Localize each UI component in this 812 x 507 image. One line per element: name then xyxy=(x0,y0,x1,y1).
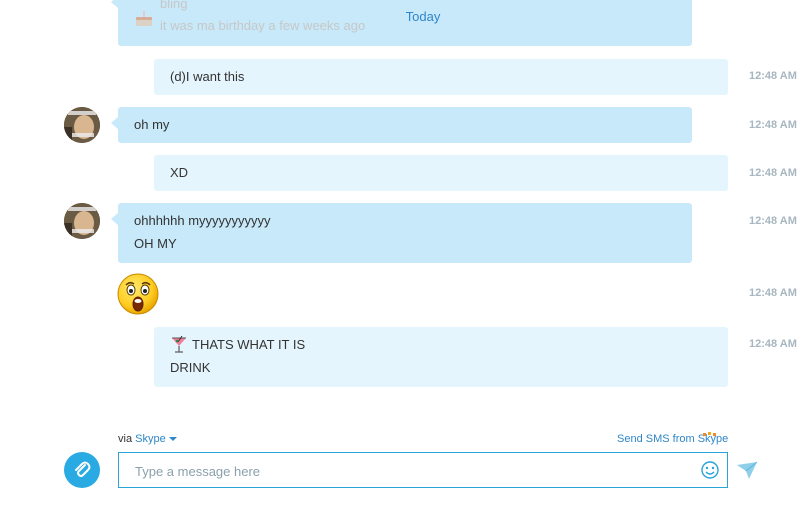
via-service-selector[interactable]: via Skype xyxy=(118,433,177,445)
message-timestamp: 12:48 AM xyxy=(749,167,797,179)
message-bubble-outgoing[interactable]: (d)I want this xyxy=(154,59,728,95)
conversation-area: bling it was ma birthday a few weeks ago… xyxy=(0,0,812,420)
via-label: via xyxy=(118,433,133,445)
avatar[interactable] xyxy=(64,203,100,239)
message-timestamp: 12:48 AM xyxy=(749,338,797,350)
message-input-box[interactable] xyxy=(118,452,728,489)
send-icon[interactable] xyxy=(737,461,757,479)
message-text: (d)I want this xyxy=(170,69,245,84)
message-timestamp: 12:48 AM xyxy=(749,215,797,227)
paperclip-icon xyxy=(75,461,91,477)
avatar-image xyxy=(64,107,100,143)
service-link[interactable]: Skype xyxy=(135,433,166,445)
message-text: OH MY xyxy=(134,236,177,251)
date-divider: Today xyxy=(405,9,441,24)
message-timestamp: 12:48 AM xyxy=(749,287,797,299)
emoticon-picker-icon[interactable] xyxy=(701,461,719,479)
attach-button[interactable] xyxy=(64,452,100,488)
message-bubble-outgoing[interactable]: XD xyxy=(154,155,728,191)
message-line: THATS WHAT IT IS xyxy=(170,333,712,356)
message-text: XD xyxy=(170,165,189,180)
message-timestamp: 12:48 AM xyxy=(749,119,797,131)
avatar[interactable] xyxy=(64,107,100,143)
message-timestamp: 12:48 AM xyxy=(749,70,797,82)
message-bubble-incoming[interactable]: ohhhhhh myyyyyyyyyyy OH MY xyxy=(111,203,692,263)
message-bubble-outgoing[interactable]: THATS WHAT IT IS DRINK xyxy=(154,327,728,387)
message-text: THATS WHAT IT IS xyxy=(192,337,306,352)
message-text: DRINK xyxy=(170,360,211,375)
surprised-emoticon[interactable] xyxy=(117,273,159,315)
message-input[interactable] xyxy=(133,453,697,489)
avatar-image xyxy=(64,203,100,239)
message-bubble-incoming[interactable]: oh my xyxy=(111,107,692,143)
chevron-down-icon[interactable] xyxy=(168,436,177,442)
cocktail-icon xyxy=(172,335,186,353)
message-text: ohhhhhh myyyyyyyyyyy xyxy=(134,213,271,228)
message-text: oh my xyxy=(134,117,170,132)
sms-sparkle-icon xyxy=(703,432,716,436)
